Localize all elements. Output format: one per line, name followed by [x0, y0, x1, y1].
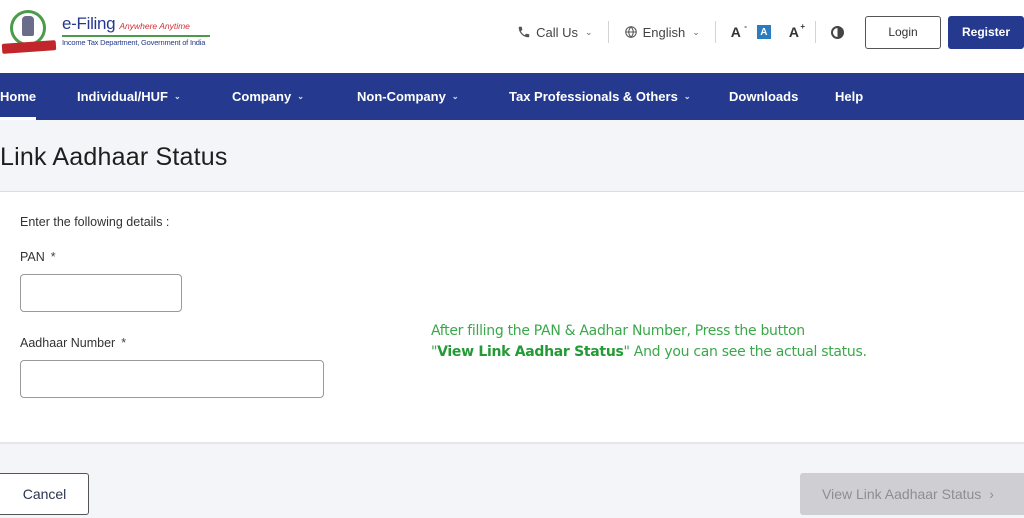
instruction-line-1: After filling the PAN & Aadhar Number, P… [431, 323, 805, 339]
globe-icon [624, 25, 637, 39]
aadhaar-input[interactable] [20, 360, 324, 398]
chevron-down-icon: ⌄ [692, 26, 700, 37]
required-asterisk: * [121, 336, 127, 350]
decrease-font-button[interactable]: A- [730, 22, 747, 40]
call-us-dropdown[interactable]: Call Us ⌄ [517, 24, 593, 40]
nav-item-home[interactable]: Home [0, 73, 37, 120]
nav-item-label: Company [232, 89, 292, 104]
logo-subtitle: Income Tax Department, Government of Ind… [62, 38, 206, 47]
divider [815, 21, 816, 43]
nav-item-tax-professionals[interactable]: Tax Professionals & Others ⌄ [509, 73, 691, 120]
call-us-label: Call Us [536, 24, 579, 40]
link-aadhaar-form: Enter the following details : PAN * Aadha… [0, 193, 1024, 443]
page-title: Link Aadhaar Status [0, 143, 228, 171]
nav-item-downloads[interactable]: Downloads [729, 73, 798, 120]
aadhaar-label: Aadhaar Number * [20, 336, 126, 350]
page-title-band: Link Aadhaar Status [0, 120, 1024, 192]
instruction-line-2-rest: And you can see the actual status. [629, 344, 867, 360]
instruction-highlight: View Link Aadhar Status [437, 344, 624, 360]
required-asterisk: * [50, 250, 56, 264]
nav-item-label: Individual/HUF [77, 89, 168, 104]
aadhaar-label-text: Aadhaar Number [20, 336, 116, 350]
header-tools: Call Us ⌄ English ⌄ A- A A + Login Regist… [517, 15, 1024, 49]
logo-text: e-Filing Anywhere Anytime Income Tax Dep… [62, 14, 210, 47]
logo-title: e-Filing [62, 14, 116, 33]
font-decrease-glyph: A [730, 24, 741, 40]
chevron-down-icon: ⌄ [683, 92, 691, 101]
instruction-annotation: After filling the PAN & Aadhar Number, P… [431, 321, 867, 363]
divider [607, 21, 609, 43]
language-label: English [642, 24, 686, 40]
contrast-toggle-icon[interactable] [831, 25, 844, 39]
instruction-line-2: "View Link Aadhar Status" And you can se… [431, 342, 867, 363]
cancel-button[interactable]: Cancel [0, 473, 89, 515]
efiling-logo[interactable]: e-Filing Anywhere Anytime Income Tax Dep… [0, 8, 210, 56]
pan-input[interactable] [20, 274, 182, 312]
government-emblem-icon [0, 8, 58, 56]
chevron-right-icon: › [989, 486, 994, 502]
phone-icon [518, 26, 530, 38]
login-button[interactable]: Login [865, 15, 941, 49]
minus-icon: - [744, 22, 747, 31]
default-font-button[interactable]: A [756, 25, 771, 39]
nav-item-label: Home [0, 89, 37, 104]
chevron-down-icon: ⌄ [174, 92, 181, 101]
plus-icon: + [800, 22, 805, 31]
chevron-down-icon: ⌄ [297, 92, 304, 101]
nav-item-non-company[interactable]: Non-Company ⌄ [357, 73, 459, 120]
form-action-bar: Cancel View Link Aadhaar Status › [0, 442, 1024, 518]
chevron-down-icon: ⌄ [585, 26, 593, 37]
font-increase-glyph: A [788, 24, 799, 40]
nav-item-label: Downloads [729, 89, 799, 104]
language-dropdown[interactable]: English ⌄ [624, 25, 700, 40]
view-link-aadhaar-status-button[interactable]: View Link Aadhaar Status › [800, 473, 1024, 515]
view-status-label: View Link Aadhaar Status [822, 486, 982, 502]
nav-item-label: Tax Professionals & Others [509, 89, 678, 104]
increase-font-button[interactable]: A + [788, 22, 805, 40]
nav-item-label: Help [835, 89, 864, 104]
nav-item-individual-huf[interactable]: Individual/HUF ⌄ [77, 73, 181, 120]
nav-item-company[interactable]: Company ⌄ [232, 73, 304, 120]
main-nav: Home Individual/HUF ⌄ Company ⌄ Non-Comp… [0, 73, 1024, 120]
pan-label: PAN * [20, 250, 56, 264]
pan-label-text: PAN [20, 250, 45, 264]
top-header: e-Filing Anywhere Anytime Income Tax Dep… [0, 0, 1024, 73]
register-button[interactable]: Register [948, 15, 1024, 49]
logo-tagline: Anywhere Anytime [119, 21, 190, 31]
nav-item-label: Non-Company [357, 89, 446, 104]
divider [714, 21, 716, 43]
chevron-down-icon: ⌄ [451, 92, 459, 101]
form-intro: Enter the following details : [20, 215, 170, 229]
nav-item-help[interactable]: Help [835, 73, 863, 120]
